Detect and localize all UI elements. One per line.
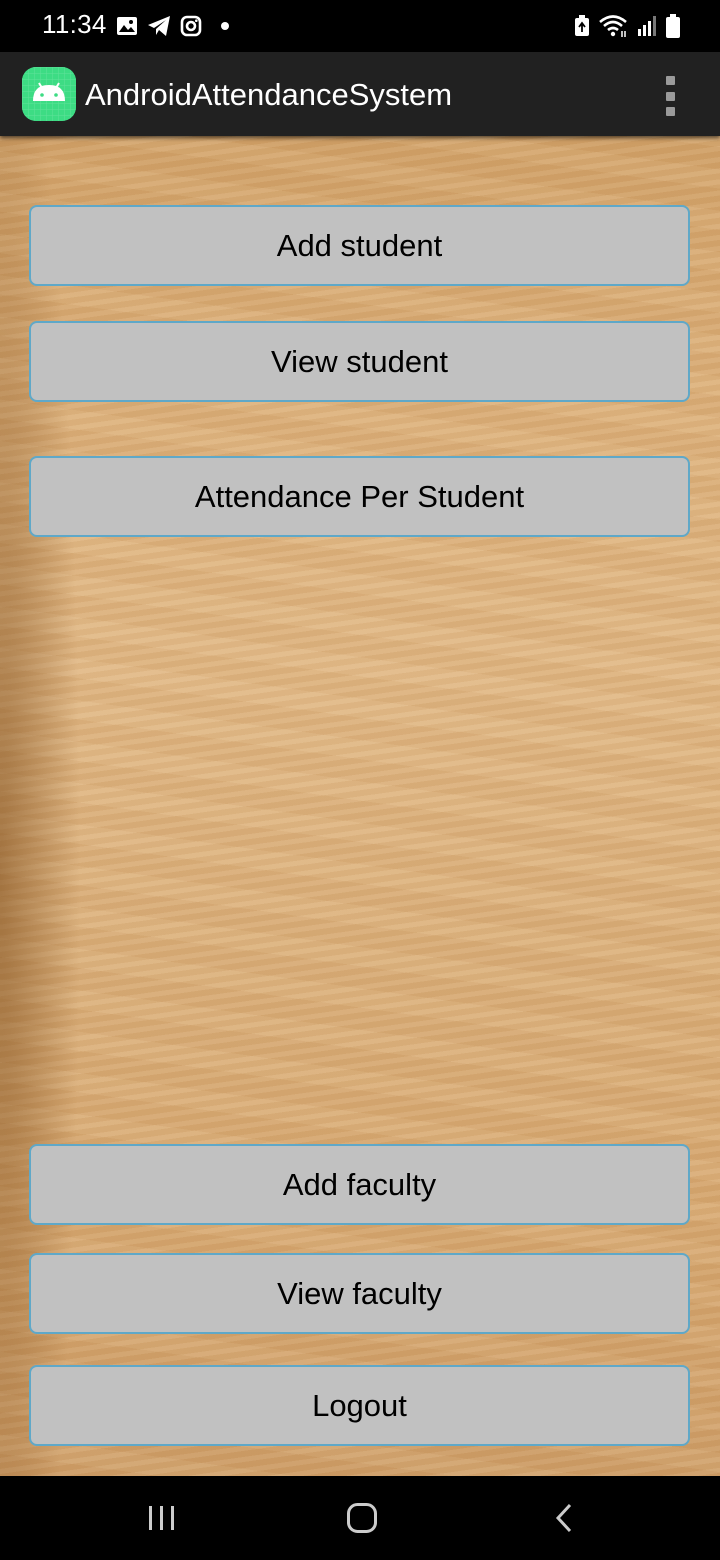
wifi-icon: [598, 14, 628, 38]
android-icon: [22, 67, 76, 121]
logout-button[interactable]: Logout: [29, 1365, 690, 1446]
recent-apps-icon[interactable]: [147, 1504, 177, 1537]
app-bar: AndroidAttendanceSystem: [0, 52, 720, 136]
telegram-icon: [147, 15, 171, 37]
main-content: Add student View student Attendance Per …: [0, 136, 720, 1476]
home-icon[interactable]: [346, 1502, 378, 1539]
status-bar: 11:34: [0, 0, 720, 52]
overflow-menu-icon[interactable]: [656, 76, 684, 116]
menu-dot: [665, 76, 675, 85]
menu-dot: [665, 91, 675, 101]
back-icon[interactable]: [553, 1503, 575, 1538]
menu-dot: [665, 107, 675, 116]
gallery-icon: [116, 16, 138, 36]
navigation-bar: [0, 1476, 720, 1560]
battery-icon: [666, 14, 680, 38]
system-status-icons: [566, 12, 680, 40]
view-faculty-button[interactable]: View faculty: [29, 1253, 690, 1334]
add-faculty-button[interactable]: Add faculty: [29, 1144, 690, 1225]
notification-icons: [116, 13, 238, 39]
view-student-button[interactable]: View student: [29, 321, 690, 402]
attendance-per-student-button[interactable]: Attendance Per Student: [29, 456, 690, 537]
signal-icon: [636, 15, 658, 37]
app-title: AndroidAttendanceSystem: [85, 77, 453, 112]
dot-icon: [221, 22, 229, 30]
battery-saver-icon: [574, 15, 590, 37]
add-student-button[interactable]: Add student: [29, 205, 690, 286]
instagram-icon: [180, 15, 202, 37]
status-time: 11:34: [42, 9, 107, 39]
